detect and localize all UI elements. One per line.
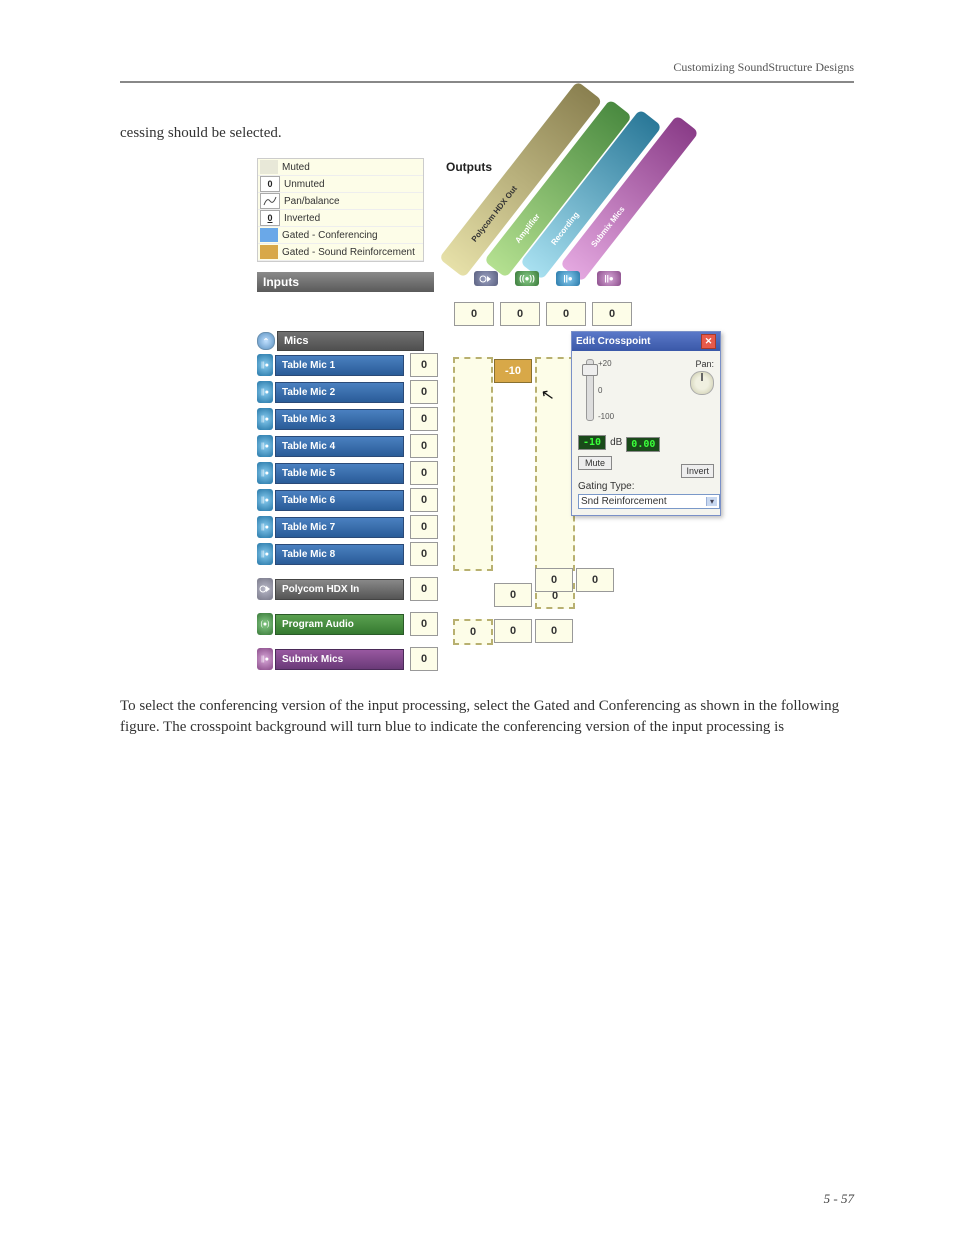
badge-submix: ||● [597, 271, 621, 286]
legend-gated-sr: Gated - Sound Reinforcement [258, 244, 423, 261]
mic-1-label[interactable]: Table Mic 1 [275, 355, 404, 376]
gating-type-value: Snd Reinforcement [581, 496, 667, 507]
legend-gated-conf-label: Gated - Conferencing [282, 230, 378, 241]
mic-4-label[interactable]: Table Mic 4 [275, 436, 404, 457]
mic-5-label[interactable]: Table Mic 5 [275, 463, 404, 484]
mic-icon: ||● [257, 516, 273, 538]
slider-thumb[interactable] [582, 364, 598, 376]
mic-icon: ||● [257, 489, 273, 511]
pan-knob[interactable] [690, 371, 714, 395]
col-zero-1[interactable]: 0 [500, 302, 540, 326]
mic-3-zero[interactable]: 0 [410, 407, 438, 431]
mic-4-zero[interactable]: 0 [410, 434, 438, 458]
mic-3-label[interactable]: Table Mic 3 [275, 409, 404, 430]
mic-6-zero[interactable]: 0 [410, 488, 438, 512]
pan-value[interactable]: 0.00 [626, 437, 660, 452]
legend-pan-label: Pan/balance [284, 196, 340, 207]
col-zero-2[interactable]: 0 [546, 302, 586, 326]
program-icon: (●) [257, 613, 273, 635]
col-zero-3[interactable]: 0 [592, 302, 632, 326]
body-text-above: cessing should be selected. [120, 123, 854, 144]
submix-in-label[interactable]: Submix Mics [275, 649, 404, 670]
chevron-down-icon: ▾ [706, 497, 717, 506]
gated-sr-swatch [260, 245, 278, 259]
unmuted-swatch: 0 [260, 176, 280, 192]
mic-icon: ||● [257, 408, 273, 430]
output-diagonal-labels: Polycom HDX Out Amplifier Recording Subm… [480, 158, 720, 270]
mics-group-label[interactable]: Mics [277, 331, 424, 351]
legend-inverted: 0 Inverted [258, 210, 423, 227]
mic-icon: ||● [257, 435, 273, 457]
cp-hdxin-amp[interactable]: 0 [494, 583, 532, 607]
legend-muted-label: Muted [282, 162, 310, 173]
gain-value[interactable]: -10 [578, 435, 606, 450]
pan-label: Pan: [690, 359, 714, 369]
legend-gated-sr-label: Gated - Sound Reinforcement [282, 247, 415, 258]
cp-sub-rec[interactable]: 0 [535, 568, 573, 592]
cp-prog-rec[interactable]: 0 [535, 619, 573, 643]
body-text-below: To select the conferencing version of th… [120, 696, 854, 738]
popup-title-text: Edit Crosspoint [576, 336, 650, 347]
gating-type-select[interactable]: Snd Reinforcement ▾ [578, 494, 720, 509]
cp-prog-hdxout[interactable]: 0 [453, 619, 493, 645]
matrix-col-hdxout[interactable] [453, 357, 493, 571]
invert-button[interactable]: Invert [681, 464, 714, 478]
mic-2-label[interactable]: Table Mic 2 [275, 382, 404, 403]
page-number: 5 - 57 [824, 1191, 854, 1207]
mics-collapse-icon[interactable]: ⌃ [257, 332, 275, 350]
output-base-badges: ((●)) ||● ||● [474, 271, 621, 286]
badge-hdx-out [474, 271, 498, 286]
slider-ticks: +20 0 -100 [598, 359, 614, 421]
inputs-title: Inputs [257, 272, 434, 292]
legend-box: Muted 0 Unmuted Pan/balance 0 Inv [257, 158, 424, 262]
page-header: Customizing SoundStructure Designs [120, 60, 854, 83]
mic-2-zero[interactable]: 0 [410, 380, 438, 404]
legend-muted: Muted [258, 159, 423, 176]
hdx-in-icon [257, 578, 273, 600]
edit-crosspoint-popup: Edit Crosspoint ✕ +20 0 -100 [571, 331, 721, 516]
legend-inverted-label: Inverted [284, 213, 320, 224]
mic-icon: ||● [257, 543, 273, 565]
legend-unmuted: 0 Unmuted [258, 176, 423, 193]
col-zero-0[interactable]: 0 [454, 302, 494, 326]
mic-6-label[interactable]: Table Mic 6 [275, 490, 404, 511]
mic-8-label[interactable]: Table Mic 8 [275, 544, 404, 565]
db-unit: dB [610, 437, 622, 448]
mic-1-zero[interactable]: 0 [410, 353, 438, 377]
gating-type-label: Gating Type: [578, 481, 714, 492]
mic-8-zero[interactable]: 0 [410, 542, 438, 566]
mic-icon: ||● [257, 462, 273, 484]
crosspoint-selected[interactable]: -10 [494, 359, 532, 383]
legend-pan: Pan/balance [258, 193, 423, 210]
legend-unmuted-label: Unmuted [284, 179, 325, 190]
muted-swatch [260, 160, 278, 174]
submix-in-zero[interactable]: 0 [410, 647, 438, 671]
gain-slider[interactable] [586, 359, 594, 421]
mic-7-zero[interactable]: 0 [410, 515, 438, 539]
mic-7-label[interactable]: Table Mic 7 [275, 517, 404, 538]
gated-conf-swatch [260, 228, 278, 242]
mute-button[interactable]: Mute [578, 456, 612, 470]
program-zero[interactable]: 0 [410, 612, 438, 636]
cp-sub-submix[interactable]: 0 [576, 568, 614, 592]
hdx-in-zero[interactable]: 0 [410, 577, 438, 601]
program-label[interactable]: Program Audio [275, 614, 404, 635]
pan-swatch [260, 193, 280, 209]
badge-recording: ||● [556, 271, 580, 286]
mic-icon: ||● [257, 381, 273, 403]
inverted-swatch: 0 [260, 210, 280, 226]
legend-gated-conf: Gated - Conferencing [258, 227, 423, 244]
popup-close-button[interactable]: ✕ [701, 334, 716, 349]
table-row: Polycom HDX In 0 [257, 576, 717, 602]
table-row: ||● Submix Mics 0 [257, 646, 717, 672]
badge-amplifier: ((●)) [515, 271, 539, 286]
matrix-screenshot: Muted 0 Unmuted Pan/balance 0 Inv [257, 158, 717, 672]
mic-5-zero[interactable]: 0 [410, 461, 438, 485]
cp-prog-amp[interactable]: 0 [494, 619, 532, 643]
mic-icon: ||● [257, 354, 273, 376]
submix-in-icon: ||● [257, 648, 273, 670]
hdx-in-label[interactable]: Polycom HDX In [275, 579, 404, 600]
